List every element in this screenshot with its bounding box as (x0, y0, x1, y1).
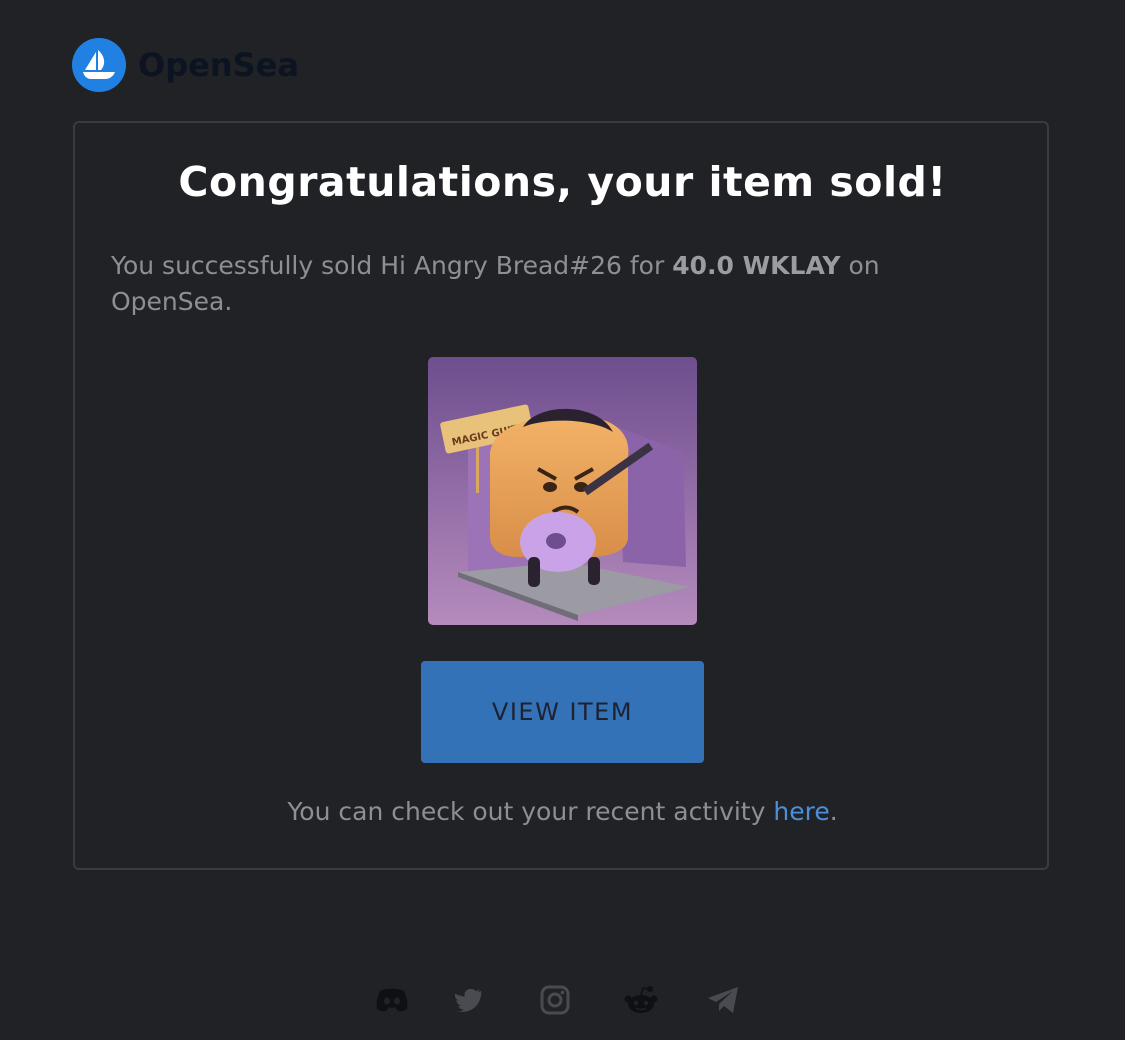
reddit-icon[interactable] (623, 982, 659, 1018)
discord-icon[interactable] (374, 982, 410, 1018)
brand-name: OpenSea (138, 46, 299, 84)
item-image[interactable]: MAGIC GUITAR (428, 357, 697, 625)
headline: Congratulations, your item sold! (178, 158, 947, 206)
email-page: OpenSea Congratulations, your item sold!… (0, 0, 1125, 1040)
telegram-icon[interactable] (705, 982, 741, 1018)
instagram-icon[interactable] (537, 982, 573, 1018)
view-item-button[interactable]: VIEW ITEM (421, 661, 704, 763)
twitter-icon[interactable] (452, 982, 488, 1018)
recent-activity-text: You can check out your recent activity h… (0, 797, 1125, 826)
opensea-logo[interactable]: OpenSea (72, 38, 299, 92)
sale-price: 40.0 WKLAY (672, 251, 841, 280)
activity-prefix: You can check out your recent activity (287, 797, 774, 826)
activity-suffix: . (829, 797, 838, 826)
activity-here-link[interactable]: here (773, 797, 829, 826)
social-links (0, 982, 1125, 1022)
sale-message: You successfully sold Hi Angry Bread#26 … (111, 248, 931, 320)
message-prefix: You successfully sold Hi Angry Bread#26 … (111, 251, 673, 280)
ship-icon (72, 38, 126, 92)
